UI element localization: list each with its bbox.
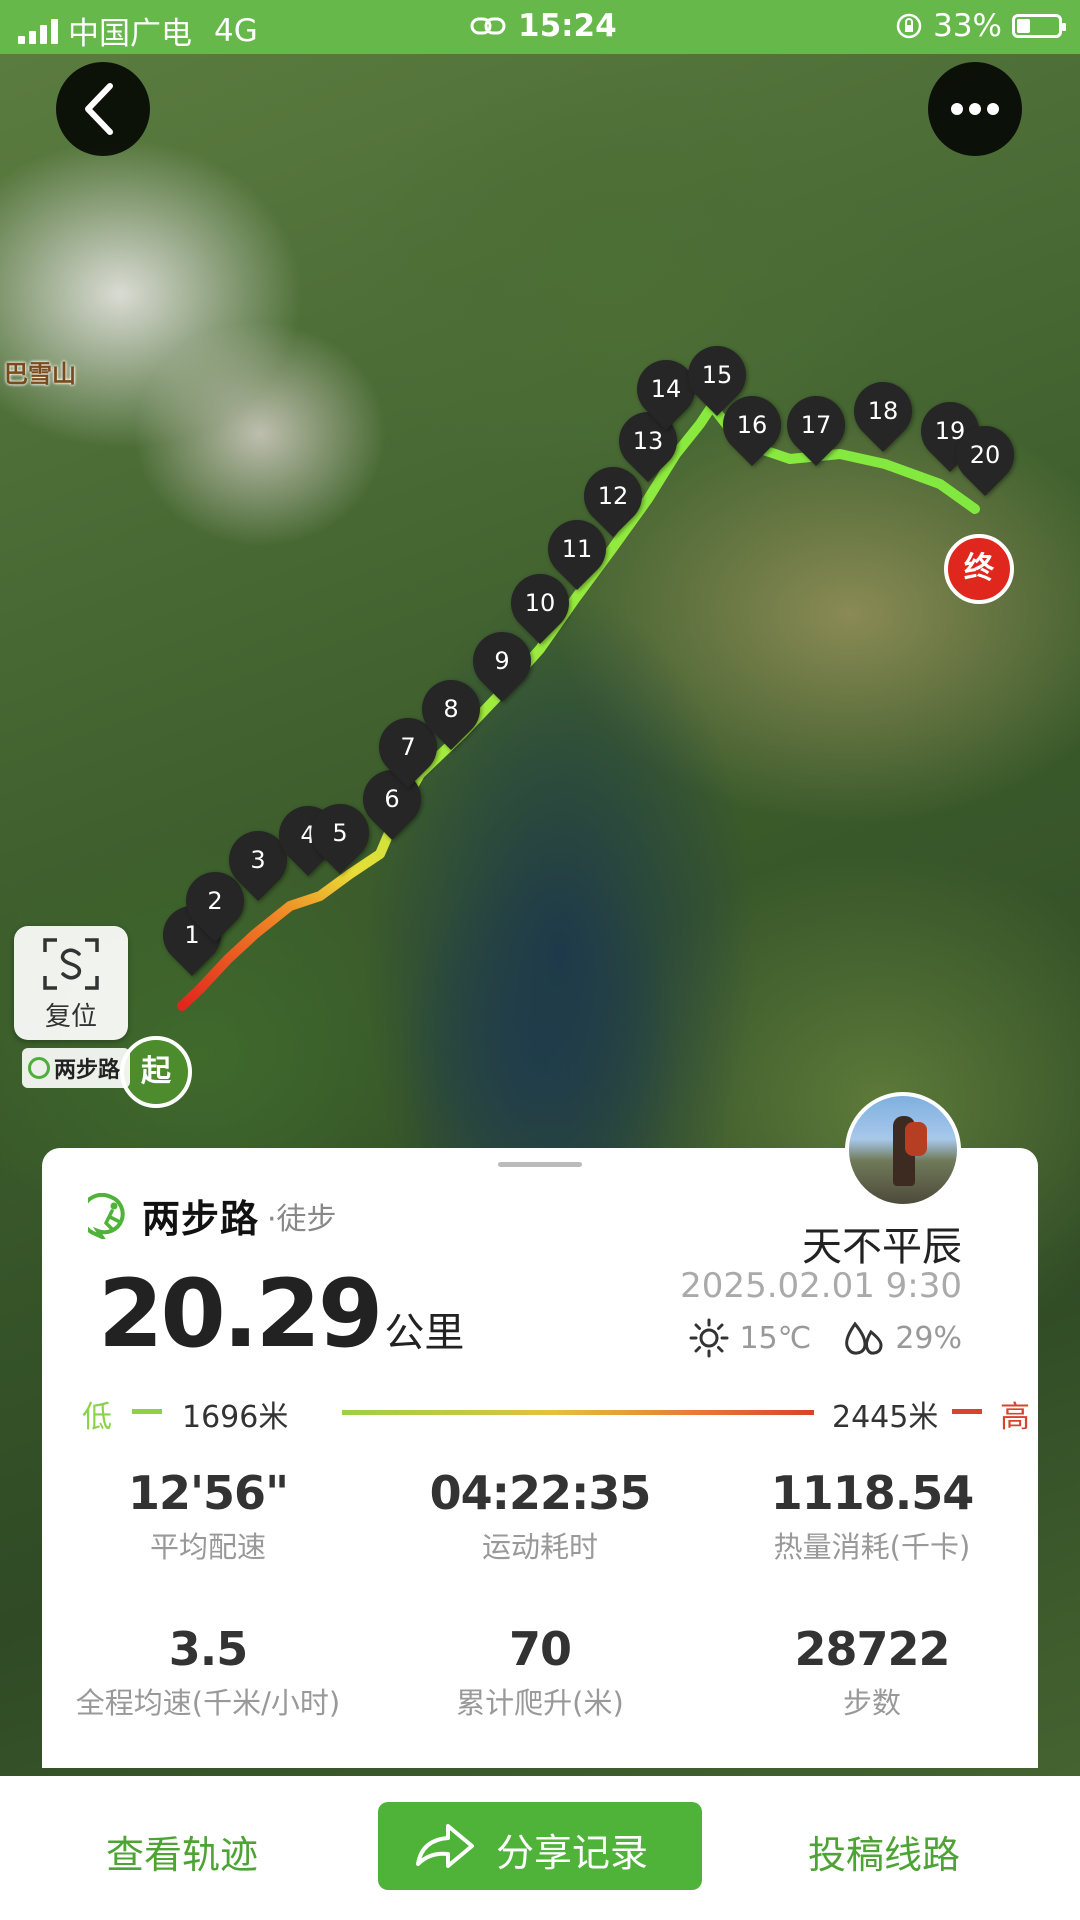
elevation-gradient-bar [342, 1410, 814, 1415]
end-marker: 终 [944, 534, 1014, 604]
stat-ascent: 70 累计爬升(米) [374, 1622, 706, 1722]
waypoint-number: 18 [867, 397, 899, 425]
elevation-legend: 低 1696米 2445米 高 [82, 1392, 1030, 1435]
chevron-left-icon [85, 83, 113, 135]
stat-value: 70 [508, 1622, 572, 1676]
stat-value: 1118.54 [770, 1466, 975, 1520]
stat-label: 全程均速(千米/小时) [75, 1686, 341, 1720]
signal-icon [18, 18, 58, 44]
stat-value: 12'56" [127, 1466, 289, 1520]
waypoint-marker-5[interactable]: 5 [298, 791, 382, 876]
elevation-low-swatch [132, 1409, 162, 1414]
waypoint-marker-18[interactable]: 18 [841, 369, 925, 454]
stat-label: 热量消耗(千卡) [773, 1530, 971, 1564]
activity-datetime: 2025.02.01 9:30 [680, 1266, 962, 1306]
elevation-low-label: 低 [82, 1400, 112, 1435]
share-label: 分享记录 [496, 1831, 649, 1875]
waypoint-marker-8[interactable]: 8 [409, 667, 493, 752]
brand-header: 两步路 ·徒步 [88, 1188, 337, 1243]
stat-steps: 28722 步数 [706, 1622, 1038, 1722]
humidity-icon [845, 1321, 883, 1355]
temperature: 15℃ [739, 1320, 812, 1356]
stat-value: 28722 [794, 1622, 950, 1676]
total-distance: 20.29 公里 [98, 1260, 464, 1369]
stat-calories: 1118.54 热量消耗(千卡) [706, 1466, 1038, 1566]
drag-handle[interactable] [498, 1162, 582, 1167]
reset-view-button[interactable]: 复位 [14, 926, 128, 1040]
carrier-name: 中国广电 [68, 16, 192, 52]
reset-icon [43, 938, 99, 990]
start-marker: 起 [120, 1036, 192, 1108]
orientation-lock-icon [896, 13, 922, 39]
waypoint-marker-20[interactable]: 20 [943, 413, 1027, 498]
distance-unit: 公里 [384, 1310, 465, 1356]
waypoint-number: 20 [969, 441, 1001, 469]
stat-duration: 04:22:35 运动耗时 [374, 1466, 706, 1566]
link-icon [470, 17, 506, 35]
avatar[interactable] [845, 1092, 961, 1208]
bottom-action-bar: 查看轨迹 分享记录 投稿线路 [0, 1776, 1080, 1920]
elevation-high-value: 2445米 [832, 1400, 939, 1435]
stat-avg-speed: 3.5 全程均速(千米/小时) [42, 1622, 374, 1722]
elevation-high-swatch [952, 1409, 982, 1414]
waypoint-number: 16 [736, 411, 768, 439]
waypoint-number: 8 [443, 695, 459, 723]
brand-name: 两步路 [142, 1197, 260, 1241]
stat-value: 3.5 [168, 1622, 249, 1676]
clock: 15:24 [518, 8, 617, 44]
waypoint-marker-16[interactable]: 16 [710, 383, 794, 468]
sun-icon [689, 1318, 729, 1358]
activity-summary-card: 两步路 ·徒步 天不平辰 20.29 公里 2025.02.01 9:30 15℃… [42, 1092, 1038, 1768]
waypoint-marker-14[interactable]: 14 [624, 347, 708, 432]
share-icon [416, 1824, 474, 1868]
stat-label: 累计爬升(米) [456, 1686, 624, 1720]
network-type: 4G [214, 12, 258, 49]
stat-value: 04:22:35 [429, 1466, 652, 1520]
waypoint-number: 5 [332, 819, 348, 847]
reset-label: 复位 [44, 1002, 97, 1032]
view-track-button[interactable]: 查看轨迹 [106, 1824, 258, 1879]
submit-route-button[interactable]: 投稿线路 [808, 1824, 960, 1879]
battery-percent: 33% [933, 8, 1002, 44]
waypoint-number: 14 [650, 375, 682, 403]
map-watermark-logo: 两步路 [22, 1048, 131, 1088]
back-button[interactable] [56, 62, 150, 156]
stat-label: 运动耗时 [481, 1530, 598, 1564]
more-options-button[interactable] [928, 62, 1022, 156]
stat-label: 平均配速 [149, 1530, 266, 1564]
stat-label: 步数 [842, 1686, 901, 1720]
waypoint-number: 17 [800, 411, 832, 439]
activity-type: ·徒步 [267, 1201, 337, 1237]
map-logo-text: 两步路 [54, 1058, 121, 1083]
status-bar: 中国广电 4G 15:24 33% [0, 0, 1080, 54]
username: 天不平辰 [802, 1224, 962, 1270]
humidity: 29% [895, 1320, 962, 1356]
battery-icon [1012, 14, 1066, 38]
share-record-button[interactable]: 分享记录 [378, 1802, 702, 1890]
elevation-low-value: 1696米 [182, 1400, 289, 1435]
brand-logo-icon [88, 1192, 125, 1239]
brand-logo-icon [28, 1057, 50, 1079]
stat-avg-pace: 12'56" 平均配速 [42, 1466, 374, 1566]
weather-info: 15℃ 29% [689, 1318, 962, 1358]
more-dots-icon [951, 103, 999, 115]
elevation-high-label: 高 [1000, 1400, 1030, 1435]
waypoint-marker-17[interactable]: 17 [774, 383, 858, 468]
distance-value: 20.29 [98, 1260, 383, 1369]
